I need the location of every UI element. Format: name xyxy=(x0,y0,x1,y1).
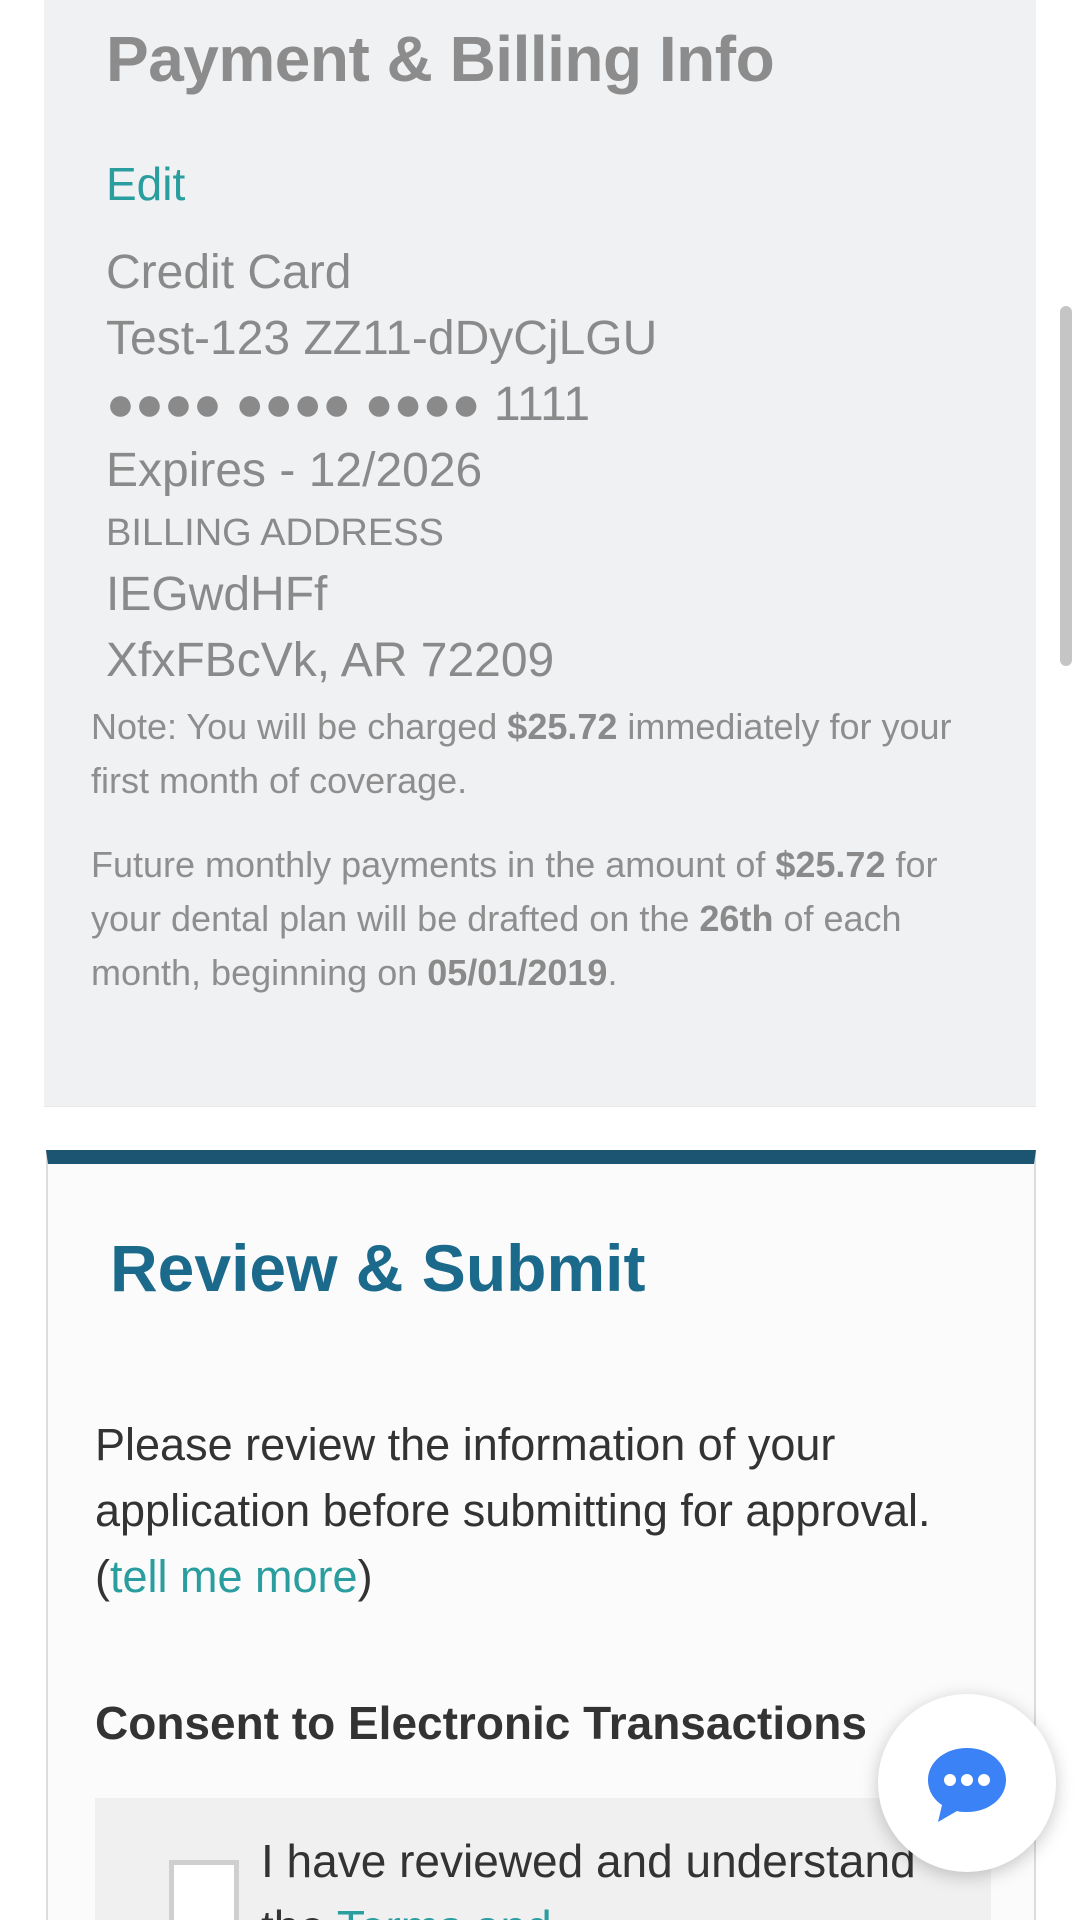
draft-day: 26th xyxy=(699,898,774,939)
charge-note: Note: You will be charged $25.72 immedia… xyxy=(91,700,991,808)
note-text: Note: You will be charged xyxy=(91,706,508,747)
chat-bubble-icon xyxy=(928,1748,1006,1822)
edit-link[interactable]: Edit xyxy=(106,157,185,211)
card-name: Test-123 ZZ11-dDyCjLGU xyxy=(106,312,658,365)
charge-amount: $25.72 xyxy=(507,706,618,747)
address-line-1: IEGwdHFf xyxy=(106,568,328,621)
card-details: Credit Card Test-123 ZZ11-dDyCjLGU ●●●● … xyxy=(106,240,657,694)
consent-label: I have reviewed and understand the Terms… xyxy=(261,1828,961,1920)
consent-box: I have reviewed and understand the Terms… xyxy=(95,1798,991,1920)
card-number: ●●●● ●●●● ●●●● 1111 xyxy=(106,378,591,431)
scrollbar[interactable] xyxy=(1060,306,1072,666)
card-expiry: Expires - 12/2026 xyxy=(106,444,483,497)
consent-checkbox[interactable] xyxy=(169,1860,239,1920)
terms-link[interactable]: Terms and xyxy=(337,1901,552,1920)
address-line-2: XfxFBcVk, AR 72209 xyxy=(106,634,555,687)
billing-address-heading: BILLING ADDRESS xyxy=(106,512,444,554)
note-text: . xyxy=(607,952,618,993)
payment-type: Credit Card xyxy=(106,246,352,299)
monthly-amount: $25.72 xyxy=(775,844,886,885)
billing-title: Payment & Billing Info xyxy=(106,23,775,95)
note-text: Future monthly payments in the amount of xyxy=(91,844,776,885)
payment-billing-panel: Payment & Billing Info Edit Credit Card … xyxy=(44,0,1036,1107)
consent-title: Consent to Electronic Transactions xyxy=(95,1697,867,1749)
review-instructions: Please review the information of your ap… xyxy=(95,1412,1015,1610)
future-payments-note: Future monthly payments in the amount of… xyxy=(91,838,991,1000)
start-date: 05/01/2019 xyxy=(427,952,608,993)
review-text-end: ) xyxy=(357,1551,373,1602)
review-title: Review & Submit xyxy=(110,1231,646,1305)
chat-button[interactable] xyxy=(878,1694,1056,1872)
tell-me-more-link[interactable]: tell me more xyxy=(110,1551,358,1602)
